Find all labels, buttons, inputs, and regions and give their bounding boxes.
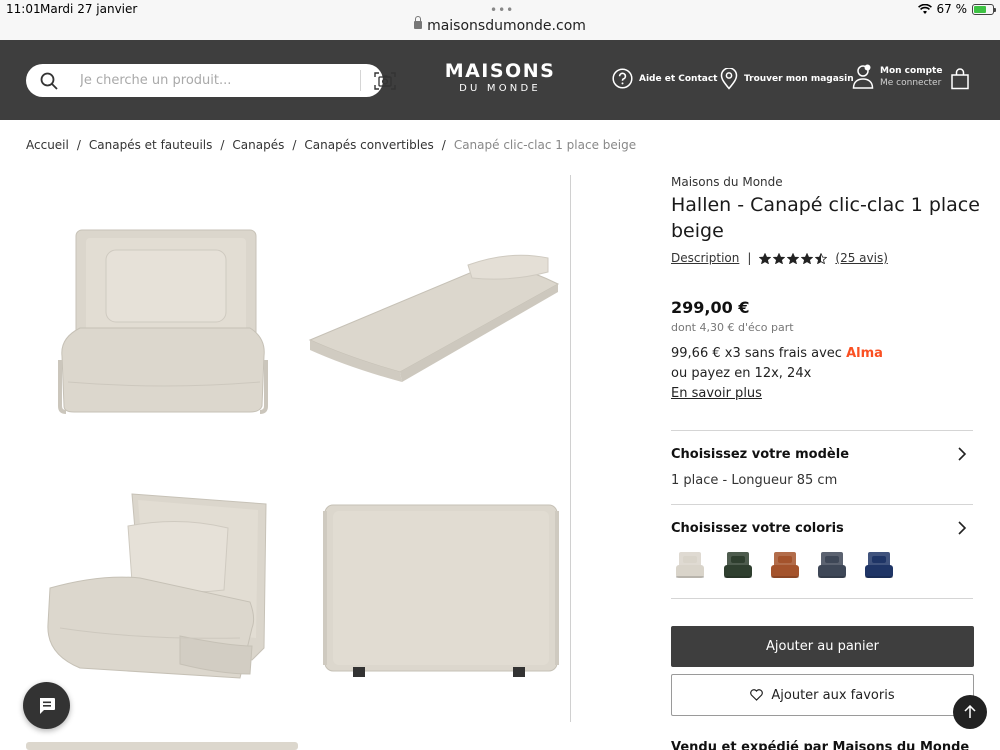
user-icon (852, 64, 874, 89)
divider (671, 504, 973, 505)
wifi-icon (917, 3, 932, 14)
sofa-thumbnail-icon (672, 548, 706, 582)
product-title: Hallen - Canapé clic-clac 1 place beige (671, 194, 980, 242)
account-title: Mon compte (880, 66, 943, 76)
sofa-thumbnail-icon (861, 548, 895, 582)
product-price: 299,00 € (671, 298, 750, 317)
color-swatch-navy[interactable] (861, 548, 895, 582)
breadcrumb-separator: / (292, 138, 297, 152)
breadcrumb-home[interactable]: Accueil (26, 138, 69, 152)
installment-text: 99,66 € x3 sans frais avec (671, 346, 842, 361)
account-text: Mon compte Me connecter (880, 66, 942, 88)
chevron-right-icon[interactable] (957, 447, 967, 461)
browser-status-bar: 11:01 Mardi 27 janvier ••• maisonsdumond… (0, 0, 1000, 40)
breadcrumb: Accueil / Canapés et fauteuils / Canapés… (26, 138, 636, 152)
star-icon (773, 252, 786, 264)
search-input[interactable] (80, 64, 340, 97)
product-image-back[interactable] (315, 495, 565, 685)
learn-more-link[interactable]: En savoir plus (671, 386, 762, 401)
color-swatch-green[interactable] (720, 548, 754, 582)
multitask-dots-icon[interactable]: ••• (490, 3, 514, 17)
location-pin-icon (720, 68, 738, 90)
breadcrumb-separator: / (441, 138, 446, 152)
alma-logo: Alma (846, 346, 883, 361)
add-to-favorites-button[interactable]: Ajouter aux favoris (671, 674, 974, 716)
help-icon (612, 68, 633, 89)
color-swatch-beige[interactable] (672, 548, 706, 582)
help-contact-link[interactable]: Aide et Contact (612, 68, 717, 89)
eco-part: dont 4,30 € d'éco part (671, 321, 794, 334)
chevron-right-icon[interactable] (957, 521, 967, 535)
cart-icon[interactable] (950, 68, 970, 90)
color-swatch-slate[interactable] (814, 548, 848, 582)
store-label: Trouver mon magasin (744, 74, 854, 84)
account-subtitle: Me connecter (880, 78, 942, 88)
seller-info: Vendu et expédié par Maisons du Monde (671, 740, 970, 750)
search-divider (360, 70, 361, 91)
site-header: MAISONS DU MONDE Aide et Contact Trouver… (0, 40, 1000, 120)
divider (671, 430, 973, 431)
breadcrumb-convertible-sofas[interactable]: Canapés convertibles (304, 138, 433, 152)
rating-separator: | (747, 251, 752, 265)
arrow-up-icon (964, 705, 976, 718)
battery-level (974, 5, 987, 13)
camera-search-icon[interactable] (374, 71, 396, 91)
product-image-next[interactable] (26, 740, 298, 750)
breadcrumb-current: Canapé clic-clac 1 place beige (453, 138, 637, 152)
lock-icon (414, 16, 423, 29)
breadcrumb-separator: / (220, 138, 225, 152)
product-image-bed-mode[interactable] (300, 230, 565, 390)
rating-stars (759, 252, 828, 264)
product-image-side[interactable] (40, 478, 290, 688)
sofa-thumbnail-icon (814, 548, 848, 582)
description-link[interactable]: Description (671, 251, 739, 265)
sofa-thumbnail-icon (720, 548, 754, 582)
chat-button[interactable] (23, 682, 70, 729)
status-time: 11:01 (6, 2, 41, 16)
status-date: Mardi 27 janvier (40, 2, 138, 16)
url-text: maisonsdumonde.com (427, 18, 586, 34)
breadcrumb-sofas-armchairs[interactable]: Canapés et fauteuils (89, 138, 212, 152)
divider (671, 598, 973, 599)
store-locator-link[interactable]: Trouver mon magasin (720, 68, 854, 90)
installment-options: ou payez en 12x, 24x (671, 366, 812, 381)
logo-main-text: MAISONS (444, 60, 556, 82)
installment-offer: 99,66 € x3 sans frais avec Alma (671, 346, 883, 361)
logo-sub-text: DU MONDE (459, 83, 541, 94)
sofa-thumbnail-icon (767, 548, 801, 582)
heart-icon (750, 689, 764, 701)
breadcrumb-separator: / (76, 138, 81, 152)
color-heading[interactable]: Choisissez votre coloris (671, 521, 844, 536)
star-icon (787, 252, 800, 264)
account-link[interactable]: Mon compte Me connecter (852, 64, 942, 90)
add-to-favorites-label: Ajouter aux favoris (771, 687, 895, 703)
model-heading[interactable]: Choisissez votre modèle (671, 447, 849, 462)
rating-row: Description | (25 avis) (671, 251, 888, 265)
product-brand[interactable]: Maisons du Monde (671, 175, 783, 189)
model-value: 1 place - Longueur 85 cm (671, 473, 838, 488)
chat-bubble-icon (39, 697, 55, 714)
add-to-cart-button[interactable]: Ajouter au panier (671, 626, 974, 667)
star-icon (759, 252, 772, 264)
star-icon (815, 252, 828, 264)
gallery-divider (570, 175, 571, 722)
battery-percent: 67 % (936, 2, 968, 16)
product-image-front[interactable] (40, 210, 290, 430)
address-bar[interactable]: maisonsdumonde.com (0, 16, 1000, 34)
site-logo[interactable]: MAISONS DU MONDE (430, 60, 570, 96)
color-swatch-terracotta[interactable] (767, 548, 801, 582)
search-bar[interactable] (26, 64, 396, 97)
search-icon[interactable] (40, 72, 58, 90)
star-icon (801, 252, 814, 264)
battery-icon (972, 3, 996, 15)
help-label: Aide et Contact (639, 73, 718, 84)
system-indicators: 67 % (917, 2, 996, 16)
scroll-to-top-button[interactable] (953, 695, 987, 729)
reviews-link[interactable]: (25 avis) (835, 251, 888, 265)
breadcrumb-sofas[interactable]: Canapés (232, 138, 284, 152)
